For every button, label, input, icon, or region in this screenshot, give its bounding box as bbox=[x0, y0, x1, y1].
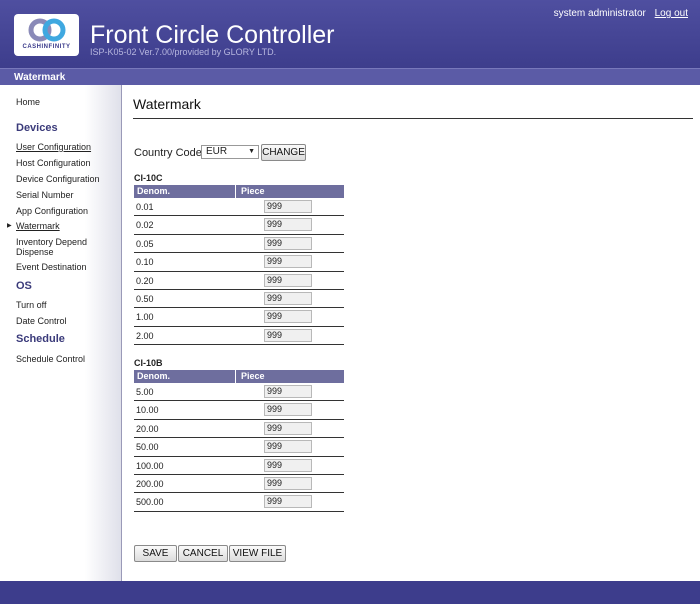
denom-value: 5.00 bbox=[136, 387, 154, 397]
sidebar-item-serial-number[interactable]: Serial Number bbox=[16, 190, 74, 200]
piece-input[interactable]: 999 bbox=[264, 273, 312, 287]
table-header: Denom. Piece bbox=[134, 370, 344, 383]
title-divider bbox=[133, 118, 693, 119]
sidebar-item-schedule-control[interactable]: Schedule Control bbox=[16, 354, 85, 364]
table-row: 0.02 999 bbox=[134, 216, 344, 235]
table-header: Denom. Piece bbox=[134, 185, 344, 198]
table-row: 0.20 999 bbox=[134, 271, 344, 290]
sidebar-item-inventory-depend-dispense[interactable]: Inventory Depend Dispense bbox=[16, 237, 87, 257]
country-code-label: Country Code: bbox=[134, 147, 205, 159]
denom-value: 1.00 bbox=[136, 312, 154, 323]
cashinfinity-logo: CASHINFINITY bbox=[14, 14, 79, 56]
country-code-value: EUR bbox=[206, 146, 228, 157]
denom-value: 10.00 bbox=[136, 405, 159, 416]
piece-input[interactable]: 999 bbox=[264, 255, 312, 269]
denom-value: 50.00 bbox=[136, 442, 159, 453]
app-version: ISP-K05-02 Ver.7.00/provided by GLORY LT… bbox=[90, 47, 277, 57]
sidebar-heading-os: OS bbox=[16, 280, 32, 292]
ci10b-label: CI-10B bbox=[134, 358, 163, 368]
page-title: Watermark bbox=[133, 96, 201, 112]
piece-input[interactable]: 999 bbox=[264, 310, 312, 324]
denom-value: 2.00 bbox=[136, 330, 154, 341]
denom-value: 0.20 bbox=[136, 275, 154, 286]
sidebar-heading-devices: Devices bbox=[16, 122, 58, 134]
table-row: 50.00 999 bbox=[134, 438, 344, 457]
sidebar-item-user-configuration[interactable]: User Configuration bbox=[16, 142, 91, 152]
denom-value: 0.05 bbox=[136, 238, 154, 249]
piece-input[interactable]: 999 bbox=[264, 421, 312, 435]
piece-input[interactable]: 999 bbox=[264, 495, 312, 509]
table-row: 100.00 999 bbox=[134, 456, 344, 475]
piece-input[interactable]: 999 bbox=[264, 200, 312, 213]
table-row: 1.00 999 bbox=[134, 308, 344, 327]
table-row: 2.00 999 bbox=[134, 326, 344, 346]
sidebar-item-turn-off[interactable]: Turn off bbox=[16, 300, 47, 310]
app-title: Front Circle Controller bbox=[90, 21, 335, 49]
ci10b-table: Denom. Piece 5.00 999 10.00 999 20.00 999 50.0… bbox=[134, 370, 344, 512]
change-button[interactable]: CHANGE bbox=[261, 144, 306, 161]
piece-input[interactable]: 999 bbox=[264, 403, 312, 417]
denom-value: 0.10 bbox=[136, 257, 154, 268]
sidebar-item-device-configuration[interactable]: Device Configuration bbox=[16, 174, 100, 184]
cancel-button[interactable]: CANCEL bbox=[178, 545, 228, 562]
user-area: system administrator Log out bbox=[554, 8, 688, 19]
table-row: 0.50 999 bbox=[134, 289, 344, 309]
denom-value: 100.00 bbox=[136, 460, 164, 471]
country-code-select[interactable]: EUR ▼ bbox=[201, 145, 259, 159]
denom-value: 0.50 bbox=[136, 293, 154, 304]
col-piece-header: Piece bbox=[241, 186, 265, 196]
sidebar-item-home[interactable]: Home bbox=[16, 97, 40, 107]
sidebar-heading-schedule: Schedule bbox=[16, 333, 65, 345]
view-file-button[interactable]: VIEW FILE bbox=[229, 545, 286, 562]
piece-input[interactable]: 999 bbox=[264, 218, 312, 232]
sidebar-item-inventory-line1: Inventory Depend bbox=[16, 237, 88, 247]
sidebar: Home Devices User Configuration Host Con… bbox=[0, 85, 122, 581]
sidebar-item-watermark[interactable]: Watermark bbox=[7, 221, 60, 231]
denom-value: 20.00 bbox=[136, 423, 159, 434]
app-header: CASHINFINITY Front Circle Controller ISP… bbox=[0, 0, 700, 68]
logo-text: CASHINFINITY bbox=[22, 44, 71, 50]
page-breadcrumb: Watermark bbox=[0, 68, 700, 85]
piece-input[interactable]: 999 bbox=[264, 458, 312, 472]
app-footer bbox=[0, 581, 700, 604]
denom-value: 0.02 bbox=[136, 220, 154, 231]
table-row: 200.00 999 bbox=[134, 474, 344, 494]
table-row: 0.01 999 bbox=[134, 198, 344, 217]
piece-input[interactable]: 999 bbox=[264, 291, 312, 305]
ci10c-table: Denom. Piece 0.01 999 0.02 999 0.05 999 0.10 99… bbox=[134, 185, 344, 346]
col-denom-header: Denom. bbox=[137, 371, 171, 381]
piece-input[interactable]: 999 bbox=[264, 236, 312, 250]
user-name: system administrator bbox=[553, 8, 646, 19]
logout-link[interactable]: Log out bbox=[655, 8, 688, 19]
piece-input[interactable]: 999 bbox=[264, 385, 312, 398]
piece-input[interactable]: 999 bbox=[264, 328, 312, 342]
table-row: 0.10 999 bbox=[134, 253, 344, 272]
table-row: 20.00 999 bbox=[134, 419, 344, 439]
infinity-logo-icon bbox=[28, 18, 66, 42]
sidebar-item-host-configuration[interactable]: Host Configuration bbox=[16, 158, 91, 168]
sidebar-item-inventory-line2: Dispense bbox=[16, 247, 54, 257]
table-row: 500.00 999 bbox=[134, 493, 344, 512]
piece-input[interactable]: 999 bbox=[264, 476, 312, 490]
piece-input[interactable]: 999 bbox=[264, 440, 312, 454]
denom-value: 200.00 bbox=[136, 478, 164, 489]
save-button[interactable]: SAVE bbox=[134, 545, 177, 562]
denom-value: 0.01 bbox=[136, 202, 154, 212]
sidebar-item-app-configuration[interactable]: App Configuration bbox=[16, 206, 88, 216]
table-row: 0.05 999 bbox=[134, 234, 344, 254]
denom-value: 500.00 bbox=[136, 497, 164, 508]
col-denom-header: Denom. bbox=[137, 186, 171, 196]
sidebar-item-event-destination[interactable]: Event Destination bbox=[16, 262, 87, 272]
sidebar-item-date-control[interactable]: Date Control bbox=[16, 316, 67, 326]
dropdown-arrow-icon: ▼ bbox=[248, 148, 255, 155]
col-piece-header: Piece bbox=[241, 371, 265, 381]
ci10c-label: CI-10C bbox=[134, 173, 163, 183]
main-content: Watermark Country Code: EUR ▼ CHANGE CI-… bbox=[122, 85, 700, 581]
table-row: 5.00 999 bbox=[134, 383, 344, 402]
table-row: 10.00 999 bbox=[134, 401, 344, 420]
